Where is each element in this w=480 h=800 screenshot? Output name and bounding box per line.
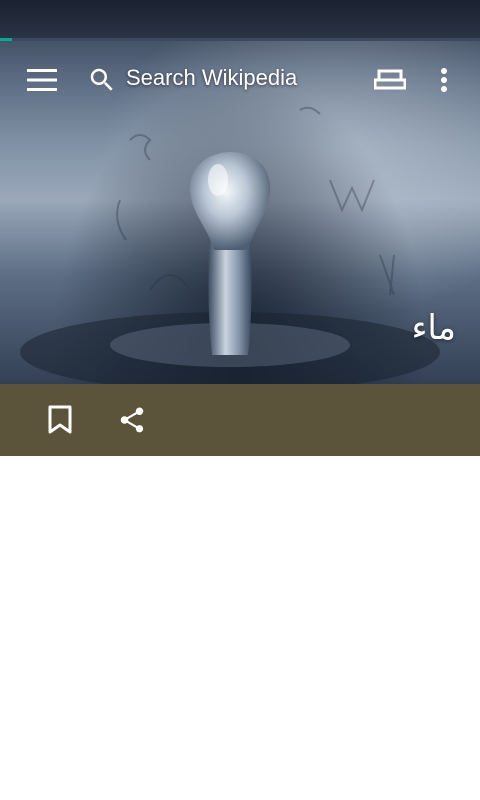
search-icon [90,68,113,91]
more-vert-icon [441,68,447,92]
share-button[interactable] [96,384,168,456]
article-action-bar [0,384,480,456]
bookmark-button[interactable] [24,384,96,456]
search-button[interactable] [82,41,122,119]
status-bar [0,0,480,38]
reading-mode-button[interactable] [366,41,414,119]
more-options-button[interactable] [426,41,462,119]
share-icon [120,407,144,433]
article-title: ماء [411,308,456,348]
reading-mode-icon [374,69,406,90]
menu-button[interactable] [18,41,66,119]
top-toolbar: Search Wikipedia [0,41,480,119]
menu-icon [27,69,57,91]
search-field[interactable]: Search Wikipedia [126,65,297,91]
article-content [0,456,480,800]
bookmark-icon [48,405,72,434]
